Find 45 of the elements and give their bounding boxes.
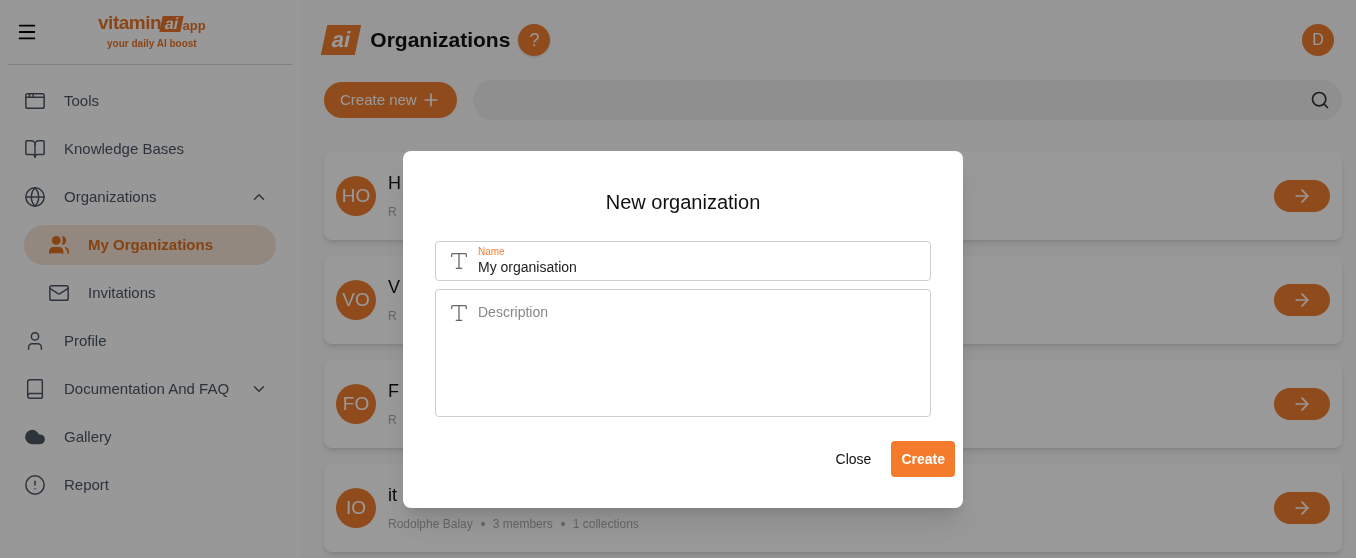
open-book-icon — [24, 138, 46, 160]
app-logo: ai — [320, 25, 362, 55]
globe-icon — [24, 186, 46, 208]
organization-name: it — [388, 484, 398, 507]
users-icon — [48, 234, 70, 256]
sidebar-item[interactable]: Knowledge Bases — [8, 129, 292, 169]
sidebar-item[interactable]: Profile — [8, 321, 292, 361]
text-icon — [448, 302, 470, 324]
search-field[interactable] — [472, 80, 1342, 120]
dialog-title: New organization — [605, 190, 761, 215]
text-icon — [448, 250, 470, 272]
organization-avatar: VO — [336, 280, 376, 320]
create-button[interactable]: Create — [891, 441, 955, 477]
description-input[interactable]: Description — [478, 302, 918, 410]
help-button[interactable]: ? — [518, 24, 551, 56]
name-input[interactable]: My organisation — [478, 259, 878, 275]
bullet-icon — [480, 522, 485, 526]
sidebar-item[interactable]: Gallery — [8, 417, 292, 457]
sidebar-item[interactable]: Report — [8, 465, 292, 505]
page-title: Organizations — [370, 27, 511, 54]
sidebar-item[interactable]: Organizations — [8, 177, 292, 217]
organization-avatar: FO — [336, 384, 376, 424]
organization-avatar: IO — [336, 488, 376, 528]
description-field[interactable]: Description — [435, 289, 931, 417]
create-new-button[interactable]: Create new — [324, 82, 457, 118]
browser-window-icon — [24, 90, 46, 112]
sidebar-item[interactable]: Documentation And FAQ — [8, 369, 292, 409]
name-field[interactable]: Name My organisation — [435, 241, 931, 281]
sidebar-item[interactable]: Tools — [8, 81, 292, 121]
envelope-icon — [48, 282, 70, 304]
book-icon — [24, 378, 46, 400]
alert-icon — [24, 474, 46, 496]
organization-name: V — [388, 276, 400, 299]
field-label: Name — [478, 247, 506, 257]
open-button[interactable] — [1274, 180, 1330, 212]
organization-name: F — [388, 380, 399, 403]
organization-name: H — [388, 172, 401, 195]
bullet-icon — [560, 522, 565, 526]
open-button[interactable] — [1274, 492, 1330, 524]
search-icon — [1310, 90, 1330, 110]
open-button[interactable] — [1274, 284, 1330, 316]
organization-avatar: HO — [336, 176, 376, 216]
open-button[interactable] — [1274, 388, 1330, 420]
sidebar-item[interactable]: Invitations — [24, 273, 276, 313]
user-avatar[interactable]: D — [1302, 24, 1334, 56]
